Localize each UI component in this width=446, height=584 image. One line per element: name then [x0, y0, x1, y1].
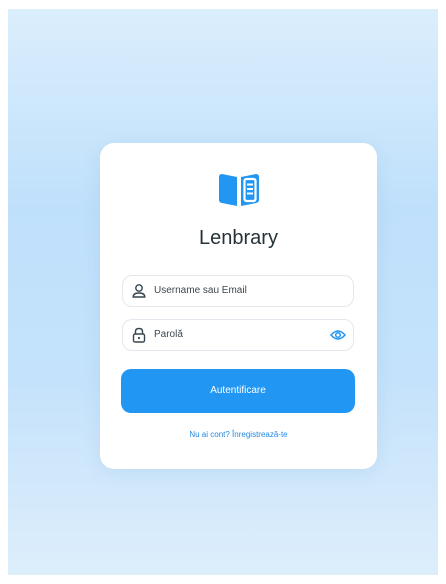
register-link[interactable]: Nu ai cont? Înregistrează-te: [100, 430, 377, 439]
page-background: Lenbrary Username sau Email Parolă Auten…: [8, 9, 438, 575]
app-title: Lenbrary: [199, 227, 278, 249]
password-placeholder: Parolă: [154, 329, 183, 340]
login-card: Lenbrary Username sau Email Parolă Auten…: [100, 143, 377, 469]
login-button[interactable]: Autentificare: [121, 369, 355, 413]
username-placeholder: Username sau Email: [154, 285, 247, 296]
user-icon: [132, 284, 146, 298]
lock-icon: [132, 327, 146, 343]
username-input[interactable]: Username sau Email: [122, 275, 354, 307]
password-input[interactable]: Parolă: [122, 319, 354, 351]
eye-icon[interactable]: [330, 328, 346, 342]
open-book-icon: [219, 174, 259, 206]
